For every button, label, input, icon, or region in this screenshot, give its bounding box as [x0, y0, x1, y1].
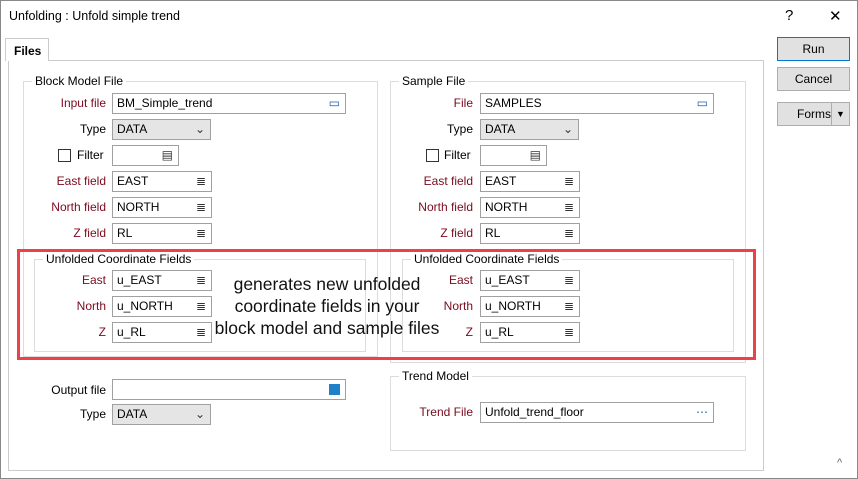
north-field[interactable]: NORTH ≣	[112, 197, 212, 218]
annotation-line: generates new unfolded	[233, 274, 421, 294]
sample-east-label: East field	[423, 174, 473, 188]
block-model-legend: Block Model File	[32, 74, 127, 88]
output-type-select[interactable]: DATA ⌄	[112, 404, 211, 425]
run-button[interactable]: Run	[777, 37, 850, 61]
filter-checkbox[interactable]	[58, 149, 71, 162]
sample-type-value: DATA	[485, 122, 516, 136]
sample-filter-field[interactable]: ▤	[480, 145, 547, 166]
window-title: Unfolding : Unfold simple trend	[9, 9, 180, 23]
file-browse-icon[interactable]: ▭	[697, 96, 708, 111]
list-icon[interactable]: ≣	[564, 200, 574, 215]
input-file-field[interactable]: BM_Simple_trend ▭	[112, 93, 346, 114]
output-file-field[interactable]	[112, 379, 346, 400]
list-icon[interactable]: ≣	[196, 174, 206, 189]
north-value: NORTH	[117, 200, 160, 214]
sample-east-value: EAST	[485, 174, 517, 188]
chevron-down-icon: ⌄	[194, 122, 205, 136]
filter-field[interactable]: ▤	[112, 145, 179, 166]
sample-north-value: NORTH	[485, 200, 528, 214]
east-field[interactable]: EAST ≣	[112, 171, 212, 192]
sample-z-field[interactable]: RL ≣	[480, 223, 580, 244]
output-type-value: DATA	[117, 407, 148, 421]
output-type-label: Type	[79, 407, 106, 421]
annotation-line: coordinate fields in your	[234, 296, 420, 316]
forms-label: Forms	[797, 107, 831, 121]
list-icon[interactable]: ≣	[564, 174, 574, 189]
dropdown-arrow-icon[interactable]: ▼	[831, 103, 849, 125]
sample-type-label: Type	[446, 122, 473, 136]
file-browse-icon[interactable]: ▭	[329, 96, 340, 111]
filter-label: Filter	[77, 148, 104, 162]
list-icon[interactable]: ≣	[564, 226, 574, 241]
z-field[interactable]: RL ≣	[112, 223, 212, 244]
sample-north-field[interactable]: NORTH ≣	[480, 197, 580, 218]
sample-east-field[interactable]: EAST ≣	[480, 171, 580, 192]
tab-files[interactable]: Files	[5, 38, 49, 61]
sample-filter-label: Filter	[444, 148, 471, 162]
sample-z-label: Z field	[440, 226, 473, 240]
type-label: Type	[79, 122, 106, 136]
filter-list-icon[interactable]: ▤	[162, 148, 173, 163]
cancel-button[interactable]: Cancel	[777, 67, 850, 91]
north-field-label: North field	[51, 200, 106, 214]
sample-file-value: SAMPLES	[485, 96, 542, 110]
chevron-down-icon: ⌄	[562, 122, 573, 136]
ellipsis-browse-icon[interactable]: ⋯	[696, 405, 708, 420]
trend-file-label: Trend File	[419, 405, 473, 419]
type-value: DATA	[117, 122, 148, 136]
chevron-down-icon: ⌄	[194, 407, 205, 421]
forms-button[interactable]: Forms ▼	[777, 102, 850, 126]
list-icon[interactable]: ≣	[196, 226, 206, 241]
filter-list-icon[interactable]: ▤	[530, 148, 541, 163]
sample-file-field[interactable]: SAMPLES ▭	[480, 93, 714, 114]
annotation-text: generates new unfolded coordinate fields…	[201, 273, 453, 339]
file-browse-icon[interactable]	[329, 384, 340, 395]
east-value: EAST	[117, 174, 149, 188]
output-file-label: Output file	[51, 383, 106, 397]
help-button[interactable]: ?	[785, 7, 793, 24]
east-field-label: East field	[56, 174, 106, 188]
trend-model-legend: Trend Model	[399, 369, 472, 383]
dialog-window: Unfolding : Unfold simple trend ? ✕ File…	[0, 0, 858, 479]
sample-z-value: RL	[485, 226, 501, 240]
input-file-value: BM_Simple_trend	[117, 96, 213, 110]
trend-file-value: Unfold_trend_floor	[485, 405, 584, 419]
annotation-line: block model and sample files	[214, 318, 440, 338]
sample-type-select[interactable]: DATA ⌄	[480, 119, 579, 140]
sample-legend: Sample File	[399, 74, 469, 88]
resize-grip-icon[interactable]: ^	[837, 457, 842, 469]
close-button[interactable]: ✕	[829, 7, 842, 25]
sample-file-label: File	[453, 96, 473, 110]
trend-file-field[interactable]: Unfold_trend_floor ⋯	[480, 402, 714, 423]
sample-north-label: North field	[418, 200, 473, 214]
sample-filter-checkbox[interactable]	[426, 149, 439, 162]
input-file-label: Input file	[60, 96, 106, 110]
z-field-label: Z field	[73, 226, 106, 240]
list-icon[interactable]: ≣	[196, 200, 206, 215]
type-select[interactable]: DATA ⌄	[112, 119, 211, 140]
z-value: RL	[117, 226, 133, 240]
